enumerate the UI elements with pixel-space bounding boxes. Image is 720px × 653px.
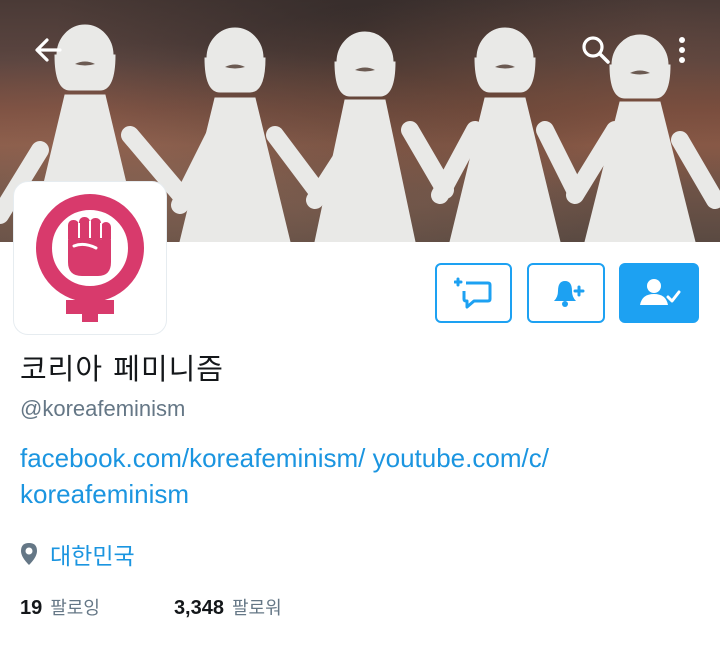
profile-location: 대한민국 [20,537,135,571]
more-options-button[interactable] [658,26,706,74]
user-check-icon [640,279,681,305]
bell-plus-icon [554,281,585,307]
search-icon [582,36,610,64]
followers-count: 3,348 [173,597,224,619]
location-text[interactable]: 대한민국 [50,537,135,571]
followers-label: 팔로워 [232,598,282,619]
profile-bio: facebook.com/koreafeminism/ youtube.com/… [20,440,680,512]
more-vertical-icon [679,37,685,63]
location-pin-icon [21,543,37,565]
following-stat[interactable]: 19 팔로잉 [20,594,100,620]
notifications-button[interactable] [527,263,605,323]
search-button[interactable] [572,26,620,74]
back-button[interactable] [24,26,72,74]
youtube-link[interactable]: youtube.com/c/ [373,443,549,473]
youtube-link-continued[interactable]: koreafeminism [20,479,189,509]
following-count: 19 [20,597,43,619]
following-label: 팔로잉 [50,598,100,619]
facebook-link[interactable]: facebook.com/koreafeminism/ [20,443,365,473]
dm-plus-icon [453,277,491,309]
profile-avatar[interactable] [14,182,166,334]
feminism-fist-logo [36,194,144,322]
profile-stats: 19 팔로잉 3,348 팔로워 [20,594,282,620]
followers-stat[interactable]: 3,348 팔로워 [174,594,282,620]
user-handle: @koreafeminism [20,396,186,421]
display-name: 코리아 페미니즘 [20,352,224,386]
direct-message-button[interactable] [435,263,512,323]
following-button[interactable] [619,263,699,323]
arrow-left-icon [35,38,62,62]
